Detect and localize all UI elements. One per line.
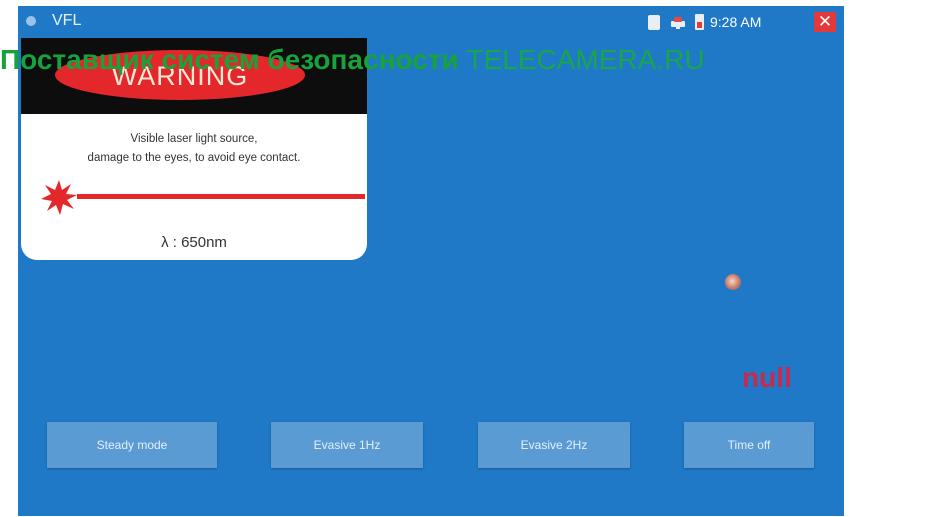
close-icon[interactable]: ✕	[814, 12, 836, 32]
warning-message-line2: damage to the eyes, to avoid eye contact…	[87, 152, 301, 164]
status-text: null	[742, 362, 792, 393]
watermark-banner: Поставщик систем безопасности TELECAMERA…	[0, 40, 928, 80]
app-icon	[26, 16, 36, 26]
clock: 9:28 AM	[710, 14, 762, 30]
page: VFL 9:28 AM ✕ WARNING Visible laser ligh…	[0, 0, 928, 517]
sd-card-icon	[648, 15, 660, 30]
laser-indicator-icon	[725, 274, 741, 290]
watermark-ru-text: Поставщик систем безопасности	[0, 44, 459, 75]
app-title: VFL	[52, 12, 82, 29]
battery-icon	[695, 14, 704, 30]
evasive-2hz-button[interactable]: Evasive 2Hz	[478, 422, 630, 468]
warning-message-line1: Visible laser light source,	[130, 133, 258, 145]
watermark-site: TELECAMERA.RU	[466, 44, 705, 75]
time-off-button[interactable]: Time off	[684, 422, 814, 468]
evasive-1hz-button[interactable]: Evasive 1Hz	[271, 422, 423, 468]
warning-message: Visible laser light source, damage to th…	[21, 130, 367, 168]
laser-beam-icon	[39, 178, 365, 218]
wavelength-label: λ : 650nm	[161, 234, 227, 251]
network-icon	[670, 16, 686, 29]
status-bar: VFL 9:28 AM ✕	[18, 6, 844, 38]
vfl-screen: VFL 9:28 AM ✕ WARNING Visible laser ligh…	[18, 6, 844, 516]
steady-mode-button[interactable]: Steady mode	[47, 422, 217, 468]
